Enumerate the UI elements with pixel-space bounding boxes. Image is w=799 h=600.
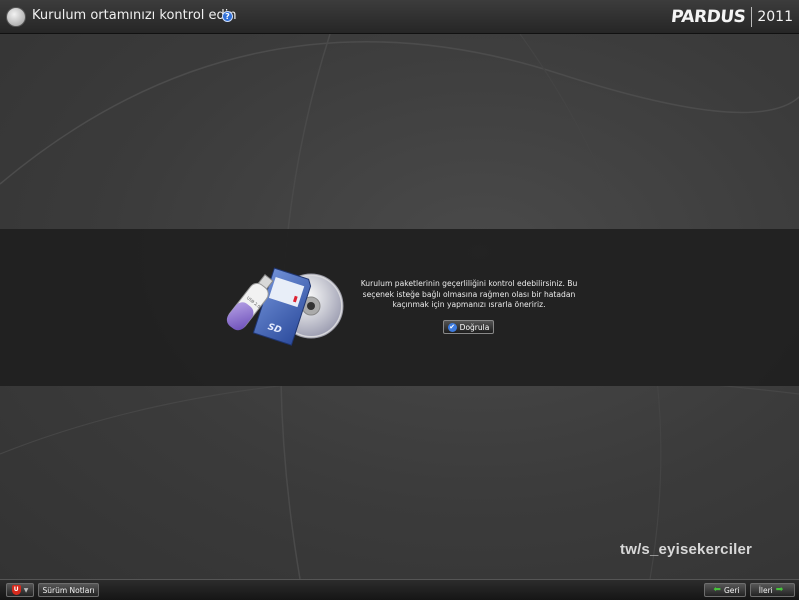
next-button[interactable]: İleri ➡ (750, 583, 795, 597)
check-icon: ✔ (447, 322, 457, 332)
brand-divider (751, 7, 753, 27)
arrow-right-icon: ➡ (775, 585, 784, 595)
watermark: tw/s_eyisekerciler (620, 541, 753, 558)
arrow-left-icon: ⬅ (713, 585, 721, 595)
shield-icon: U (11, 585, 21, 595)
menu-button[interactable]: U ▼ (6, 583, 34, 597)
back-button[interactable]: ⬅ Geri (704, 583, 746, 597)
back-label: Geri (723, 585, 740, 595)
verify-button[interactable]: ✔ Doğrula (443, 320, 494, 334)
footer-bar: U ▼ Sürüm Notları ⬅ Geri İleri ➡ (0, 579, 799, 600)
brand: PARDUS 2011 (669, 6, 793, 28)
page-title: Kurulum ortamınızı kontrol edin (32, 8, 237, 23)
pardus-logo-icon (6, 7, 26, 27)
release-notes-label: Sürüm Notları (42, 585, 95, 595)
verification-message: Kurulum paketlerinin geçerliliğini kontr… (360, 279, 578, 309)
brand-year: 2011 (757, 9, 793, 25)
installation-media-illustration: SD USB 2.0 (226, 267, 344, 346)
verify-button-label: Doğrula (459, 322, 490, 332)
title-bar: Kurulum ortamınızı kontrol edin ? PARDUS… (0, 0, 799, 34)
chevron-down-icon: ▼ (23, 586, 29, 594)
release-notes-button[interactable]: Sürüm Notları (38, 583, 99, 597)
next-label: İleri (758, 585, 773, 595)
help-icon[interactable]: ? (222, 11, 233, 22)
brand-name: PARDUS (669, 7, 747, 27)
